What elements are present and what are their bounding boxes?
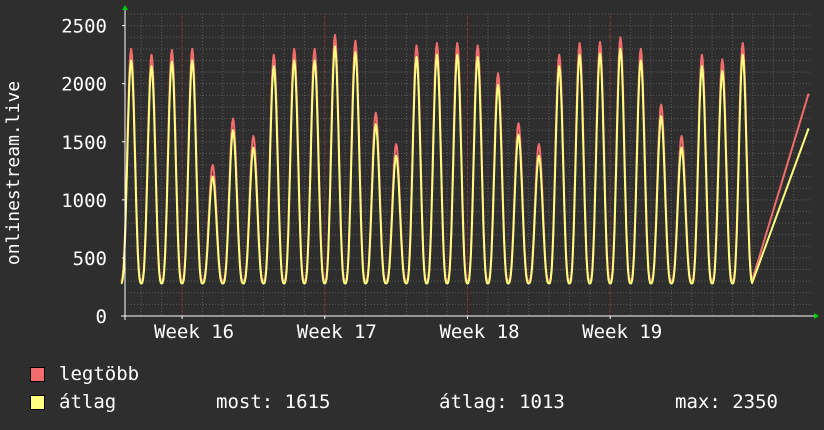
y-tick-label: 0 <box>96 306 107 328</box>
y-tick-label: 1000 <box>61 190 107 212</box>
legend-max-row: legtöbb <box>30 363 139 385</box>
stat-maximum-label: max: <box>675 391 721 413</box>
y-tick-label: 2500 <box>61 16 107 38</box>
stat-average: átlag: 1013 <box>439 391 565 413</box>
x-tick-label: Week 19 <box>582 321 662 343</box>
chart-grid <box>125 13 810 316</box>
x-axis-arrow <box>814 313 819 319</box>
y-tick-label: 2000 <box>61 74 107 96</box>
legend-avg-swatch <box>30 394 45 410</box>
y-axis-label: onlinestream.live <box>3 81 24 265</box>
y-tick-label: 1500 <box>61 132 107 154</box>
stat-average-label: átlag: <box>439 391 508 413</box>
legend-max-swatch <box>30 366 45 382</box>
stat-average-value: 1013 <box>519 391 565 413</box>
y-axis-arrow <box>122 5 128 10</box>
stat-maximum-value: 2350 <box>732 391 778 413</box>
y-tick-label: 500 <box>73 248 107 270</box>
stat-current-label: most: <box>216 391 274 413</box>
line-chart: 0 500 1000 1500 2000 2500 Week 16 Week 17 Week 1… <box>3 5 819 343</box>
x-tick-label: Week 17 <box>297 321 377 343</box>
x-tick-label: Week 18 <box>439 321 519 343</box>
stat-current: most: 1615 <box>216 391 330 413</box>
legend-max-label: legtöbb <box>59 363 140 385</box>
stat-current-value: 1615 <box>284 391 331 413</box>
x-tick-label: Week 16 <box>154 321 234 343</box>
legend-avg-row: átlag most: 1615 átlag: 1013 max: 2350 <box>30 391 820 413</box>
legend-avg-label: átlag <box>59 391 117 413</box>
stat-maximum: max: 2350 <box>675 391 778 413</box>
